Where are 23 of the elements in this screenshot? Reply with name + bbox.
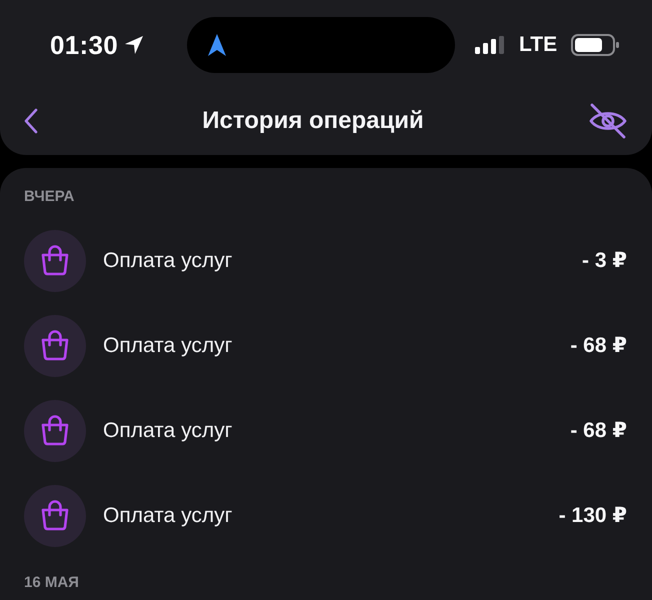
- network-label: LTE: [519, 33, 558, 57]
- location-arrow-icon: [124, 35, 144, 55]
- status-time: 01:30: [50, 30, 118, 60]
- operation-title[interactable]: Оплата услуг: [103, 334, 570, 358]
- operation-title[interactable]: Оплата услуг: [103, 418, 570, 442]
- navigation-arrow-icon: [208, 34, 226, 56]
- operation-title[interactable]: Оплата услуг: [103, 248, 582, 272]
- operation-title[interactable]: Оплата услуг: [103, 504, 559, 528]
- date-heading: 16 МАЯ: [24, 574, 79, 592]
- eye-slash-icon: [588, 102, 628, 138]
- signal-icon: [475, 36, 505, 54]
- operation-amount: - 68 ₽: [570, 333, 627, 358]
- date-heading: ВЧЕРА: [24, 188, 74, 206]
- operation-amount: - 68 ₽: [570, 418, 627, 443]
- operation-amount: - 130 ₽: [558, 503, 627, 528]
- battery-icon: [571, 34, 620, 56]
- screen-title: История операций: [202, 106, 424, 134]
- shopping-bag-icon: [24, 314, 86, 376]
- shopping-bag-icon: [24, 484, 86, 546]
- operation-amount: - 3 ₽: [582, 248, 627, 273]
- shopping-bag-icon: [24, 400, 86, 462]
- chevron-left-icon: [24, 108, 38, 134]
- shopping-bag-icon: [24, 230, 86, 292]
